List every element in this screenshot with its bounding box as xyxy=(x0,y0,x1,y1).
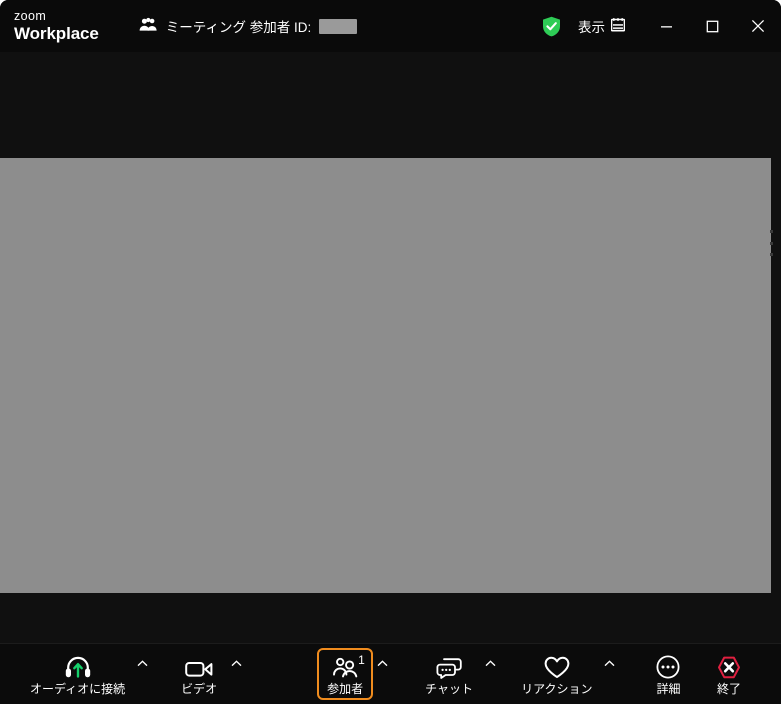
headphones-join-audio-icon xyxy=(65,655,91,679)
video-options-caret[interactable] xyxy=(227,648,245,700)
video-label: ビデオ xyxy=(181,682,218,696)
brand-workplace-text: Workplace xyxy=(14,23,99,43)
chat-label: チャット xyxy=(425,682,474,696)
participants-count-badge: 1 xyxy=(358,653,365,667)
zoom-workplace-logo: zoom Workplace xyxy=(14,10,99,42)
chat-button[interactable]: チャット xyxy=(417,648,481,700)
more-ellipsis-icon xyxy=(656,655,680,679)
reactions-options-caret[interactable] xyxy=(600,648,618,700)
participants-icon: 1 xyxy=(332,654,365,679)
join-audio-button[interactable]: オーディオに接続 xyxy=(22,648,133,700)
meeting-id-redacted-value xyxy=(319,18,358,34)
audio-control-group: オーディオに接続 xyxy=(22,648,151,700)
maximize-button[interactable] xyxy=(689,0,735,52)
reactions-label: リアクション xyxy=(521,682,593,696)
video-camera-icon xyxy=(185,655,213,679)
audio-options-caret[interactable] xyxy=(133,648,151,700)
participants-control-group: 1 参加者 xyxy=(317,648,391,700)
participants-options-caret[interactable] xyxy=(373,648,391,700)
meeting-id-display: ミーティング 参加者 ID: xyxy=(139,16,358,36)
end-meeting-hexagon-x-icon xyxy=(717,655,741,679)
meeting-stage xyxy=(0,52,781,643)
title-bar: zoom Workplace ミーティング 参加者 ID: 表示 xyxy=(0,0,781,52)
participants-button[interactable]: 1 参加者 xyxy=(317,648,374,700)
close-button[interactable] xyxy=(735,0,781,52)
brand-zoom-text: zoom xyxy=(14,9,47,24)
end-control-group: 終了 xyxy=(701,648,757,700)
grid-view-icon xyxy=(610,17,626,35)
panel-resize-handle[interactable] xyxy=(770,230,774,256)
join-audio-label: オーディオに接続 xyxy=(30,682,126,696)
view-button-label: 表示 xyxy=(578,20,605,35)
more-label: 詳細 xyxy=(656,682,681,696)
end-meeting-label: 終了 xyxy=(716,682,741,696)
video-button[interactable]: ビデオ xyxy=(171,648,227,700)
chat-control-group: チャット xyxy=(417,648,499,700)
chat-options-caret[interactable] xyxy=(481,648,499,700)
reactions-button[interactable]: リアクション xyxy=(513,648,600,700)
view-layout-button[interactable]: 表示 xyxy=(568,9,635,43)
meeting-control-toolbar: オーディオに接続 ビデオ 1 参加者 チャット リアクション 詳細 終了 xyxy=(0,643,781,704)
heart-reactions-icon xyxy=(544,655,570,679)
participants-label: 参加者 xyxy=(327,682,364,696)
meeting-id-label: ミーティング 参加者 ID: xyxy=(165,20,312,35)
end-meeting-button[interactable]: 終了 xyxy=(701,648,757,700)
video-control-group: ビデオ xyxy=(171,648,245,700)
shared-screen-area xyxy=(0,158,771,593)
minimize-button[interactable] xyxy=(643,0,689,52)
more-control-group: 詳細 xyxy=(640,648,696,700)
security-shield-icon[interactable] xyxy=(534,9,568,43)
zoom-meeting-window: zoom Workplace ミーティング 参加者 ID: 表示 オーディオに接… xyxy=(0,0,781,704)
title-bar-right-controls: 表示 xyxy=(534,0,781,52)
window-controls xyxy=(643,0,781,52)
participants-group-icon xyxy=(139,17,158,35)
reactions-control-group: リアクション xyxy=(513,648,618,700)
more-options-button[interactable]: 詳細 xyxy=(640,648,696,700)
chat-bubbles-icon xyxy=(436,655,462,679)
